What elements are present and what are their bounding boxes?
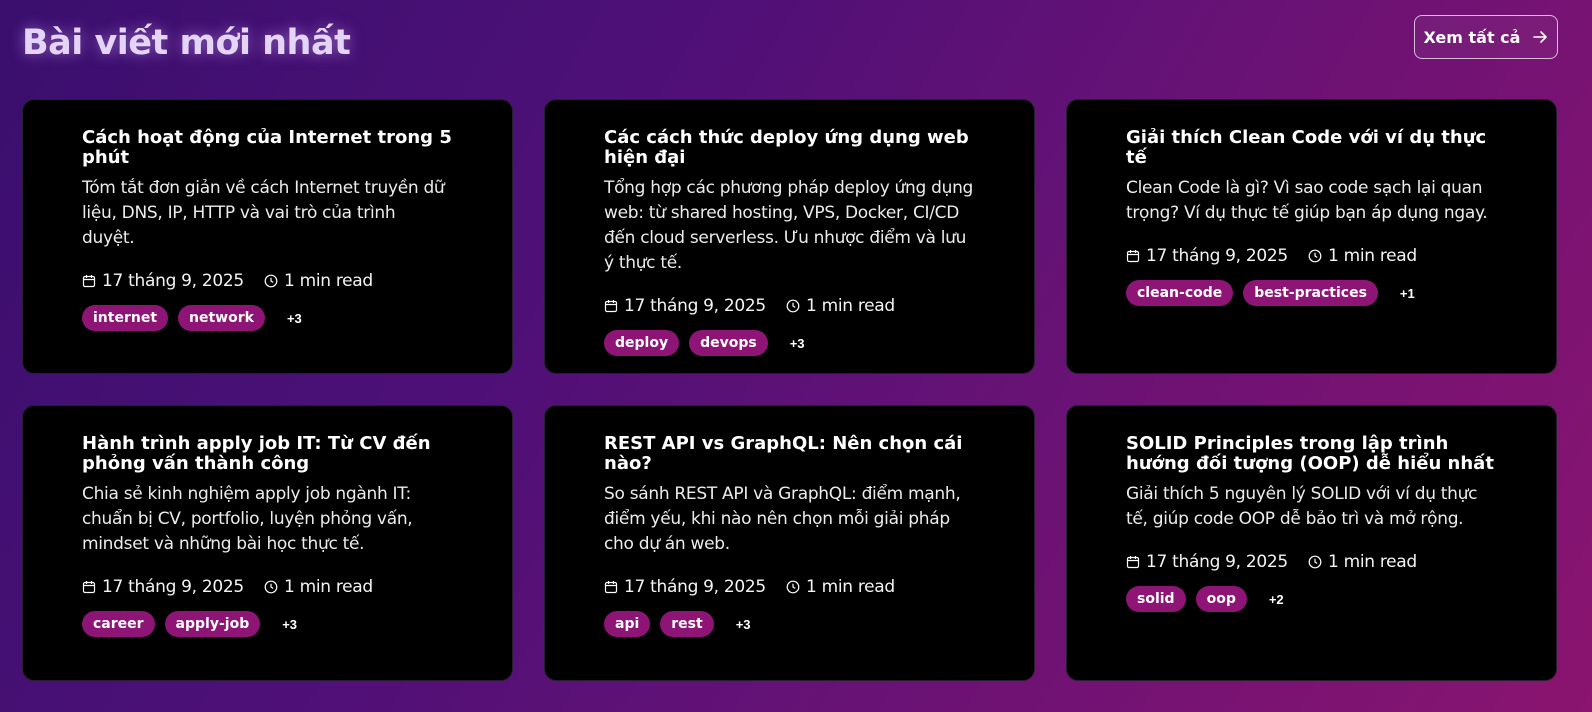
post-title[interactable]: SOLID Principles trong lập trình hướng đ… xyxy=(1126,434,1496,474)
post-title[interactable]: Các cách thức deploy ứng dụng web hiện đ… xyxy=(604,128,974,168)
post-tags: solid oop +2 xyxy=(1126,586,1496,612)
post-read-time: 1 min read xyxy=(786,577,895,597)
view-all-button[interactable]: Xem tất cả xyxy=(1414,15,1558,59)
post-date-text: 17 tháng 9, 2025 xyxy=(1146,246,1288,266)
arrow-right-icon xyxy=(1533,31,1548,43)
post-read-time-text: 1 min read xyxy=(1327,552,1417,572)
tag[interactable]: rest xyxy=(660,611,714,637)
tag[interactable]: devops xyxy=(689,330,768,356)
calendar-icon xyxy=(1126,556,1140,569)
post-date: 17 tháng 9, 2025 xyxy=(604,577,766,597)
posts-grid: Cách hoạt động của Internet trong 5 phút… xyxy=(22,99,1557,681)
section-title: Bài viết mới nhất xyxy=(22,23,351,63)
clock-icon xyxy=(786,299,800,313)
tag[interactable]: best-practices xyxy=(1243,280,1378,306)
post-meta: 17 tháng 9, 2025 1 min read xyxy=(82,577,452,597)
post-meta: 17 tháng 9, 2025 1 min read xyxy=(1126,246,1496,266)
post-meta: 17 tháng 9, 2025 1 min read xyxy=(1126,552,1496,572)
calendar-icon xyxy=(82,581,96,594)
post-card[interactable]: Hành trình apply job IT: Từ CV đến phỏng… xyxy=(22,405,513,681)
post-tags: clean-code best-practices +1 xyxy=(1126,280,1496,306)
post-date: 17 tháng 9, 2025 xyxy=(82,271,244,291)
post-meta: 17 tháng 9, 2025 1 min read xyxy=(604,296,974,316)
tag[interactable]: deploy xyxy=(604,330,680,356)
clock-icon xyxy=(264,580,278,594)
post-excerpt: Tổng hợp các phương pháp deploy ứng dụng… xyxy=(604,178,974,273)
post-read-time: 1 min read xyxy=(264,271,373,291)
post-date-text: 17 tháng 9, 2025 xyxy=(624,577,766,597)
calendar-icon xyxy=(82,275,96,288)
tag[interactable]: apply-job xyxy=(164,611,261,637)
more-tags-count: +3 xyxy=(735,616,751,632)
post-date-text: 17 tháng 9, 2025 xyxy=(102,271,244,291)
post-tags: career apply-job +3 xyxy=(82,611,452,637)
view-all-label: Xem tất cả xyxy=(1423,27,1521,47)
post-read-time-text: 1 min read xyxy=(283,577,373,597)
post-read-time-text: 1 min read xyxy=(805,296,895,316)
post-read-time: 1 min read xyxy=(786,296,895,316)
post-title[interactable]: Cách hoạt động của Internet trong 5 phút xyxy=(82,128,452,168)
more-tags-count: +3 xyxy=(282,616,298,632)
tag[interactable]: internet xyxy=(82,305,169,331)
post-tags: deploy devops +3 xyxy=(604,330,974,356)
post-read-time: 1 min read xyxy=(264,577,373,597)
calendar-icon xyxy=(604,300,618,313)
clock-icon xyxy=(264,274,278,288)
post-date: 17 tháng 9, 2025 xyxy=(1126,552,1288,572)
tag[interactable]: oop xyxy=(1195,586,1247,612)
post-date: 17 tháng 9, 2025 xyxy=(1126,246,1288,266)
post-card[interactable]: Các cách thức deploy ứng dụng web hiện đ… xyxy=(544,99,1035,374)
post-meta: 17 tháng 9, 2025 1 min read xyxy=(604,577,974,597)
more-tags-count: +3 xyxy=(789,335,805,351)
clock-icon xyxy=(1308,555,1322,569)
post-date-text: 17 tháng 9, 2025 xyxy=(1146,552,1288,572)
post-title[interactable]: REST API vs GraphQL: Nên chọn cái nào? xyxy=(604,434,974,474)
calendar-icon xyxy=(1126,250,1140,263)
clock-icon xyxy=(1308,249,1322,263)
post-excerpt: Clean Code là gì? Vì sao code sạch lại q… xyxy=(1126,178,1488,223)
tag[interactable]: clean-code xyxy=(1126,280,1234,306)
clock-icon xyxy=(786,580,800,594)
post-card[interactable]: SOLID Principles trong lập trình hướng đ… xyxy=(1066,405,1557,681)
post-tags: internet network +3 xyxy=(82,305,452,331)
post-title[interactable]: Hành trình apply job IT: Từ CV đến phỏng… xyxy=(82,434,452,474)
tag[interactable]: network xyxy=(178,305,265,331)
post-title[interactable]: Giải thích Clean Code với ví dụ thực tế xyxy=(1126,128,1496,168)
post-read-time: 1 min read xyxy=(1308,552,1417,572)
section-header: Bài viết mới nhất Xem tất cả xyxy=(22,14,1558,66)
post-read-time-text: 1 min read xyxy=(283,271,373,291)
post-tags: api rest +3 xyxy=(604,611,974,637)
more-tags-count: +3 xyxy=(286,310,302,326)
post-excerpt: Giải thích 5 nguyên lý SOLID với ví dụ t… xyxy=(1126,484,1478,529)
post-card[interactable]: Cách hoạt động của Internet trong 5 phút… xyxy=(22,99,513,374)
post-meta: 17 tháng 9, 2025 1 min read xyxy=(82,271,452,291)
post-date-text: 17 tháng 9, 2025 xyxy=(102,577,244,597)
post-card[interactable]: REST API vs GraphQL: Nên chọn cái nào? S… xyxy=(544,405,1035,681)
post-excerpt: So sánh REST API và GraphQL: điểm mạnh, … xyxy=(604,484,961,554)
post-read-time-text: 1 min read xyxy=(1327,246,1417,266)
post-date: 17 tháng 9, 2025 xyxy=(604,296,766,316)
tag[interactable]: api xyxy=(604,611,651,637)
calendar-icon xyxy=(604,581,618,594)
post-card[interactable]: Giải thích Clean Code với ví dụ thực tế … xyxy=(1066,99,1557,374)
post-date: 17 tháng 9, 2025 xyxy=(82,577,244,597)
more-tags-count: +2 xyxy=(1268,591,1284,607)
post-excerpt: Chia sẻ kinh nghiệm apply job ngành IT: … xyxy=(82,484,413,554)
post-excerpt: Tóm tắt đơn giản về cách Internet truyền… xyxy=(82,178,445,248)
post-read-time-text: 1 min read xyxy=(805,577,895,597)
tag[interactable]: solid xyxy=(1126,586,1186,612)
post-read-time: 1 min read xyxy=(1308,246,1417,266)
more-tags-count: +1 xyxy=(1399,285,1415,301)
post-date-text: 17 tháng 9, 2025 xyxy=(624,296,766,316)
tag[interactable]: career xyxy=(82,611,155,637)
